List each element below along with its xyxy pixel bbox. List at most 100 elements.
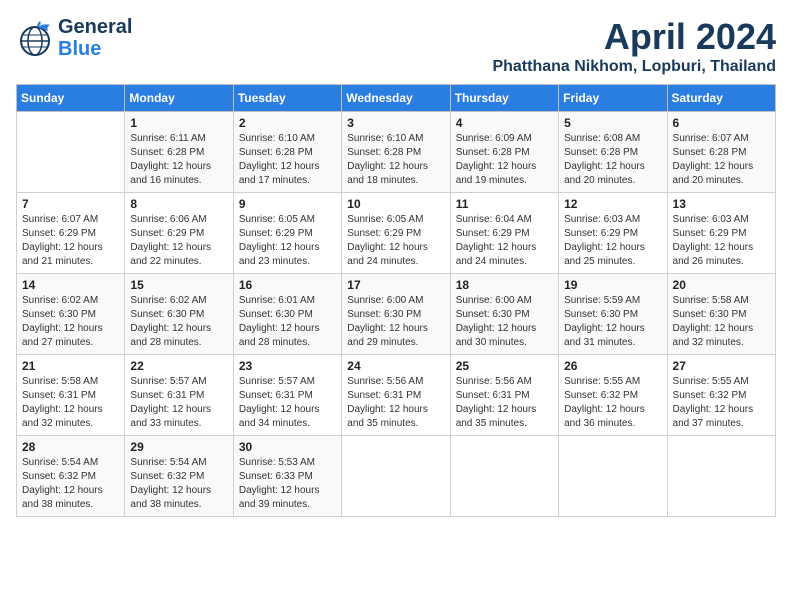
- day-number: 29: [130, 440, 227, 454]
- day-number: 13: [673, 197, 770, 211]
- calendar-cell: 12Sunrise: 6:03 AM Sunset: 6:29 PM Dayli…: [559, 193, 667, 274]
- calendar-cell: 5Sunrise: 6:08 AM Sunset: 6:28 PM Daylig…: [559, 112, 667, 193]
- day-info: Sunrise: 6:10 AM Sunset: 6:28 PM Dayligh…: [347, 132, 444, 188]
- day-info: Sunrise: 5:55 AM Sunset: 6:32 PM Dayligh…: [564, 375, 661, 431]
- day-info: Sunrise: 5:58 AM Sunset: 6:31 PM Dayligh…: [22, 375, 119, 431]
- logo-blue: Blue: [58, 38, 132, 60]
- day-number: 15: [130, 278, 227, 292]
- day-info: Sunrise: 6:09 AM Sunset: 6:28 PM Dayligh…: [456, 132, 553, 188]
- weekday-header: Wednesday: [342, 85, 450, 112]
- weekday-header: Friday: [559, 85, 667, 112]
- day-number: 22: [130, 359, 227, 373]
- day-info: Sunrise: 5:56 AM Sunset: 6:31 PM Dayligh…: [347, 375, 444, 431]
- day-info: Sunrise: 5:55 AM Sunset: 6:32 PM Dayligh…: [673, 375, 770, 431]
- calendar-table: SundayMondayTuesdayWednesdayThursdayFrid…: [16, 84, 776, 517]
- day-info: Sunrise: 6:00 AM Sunset: 6:30 PM Dayligh…: [347, 294, 444, 350]
- day-number: 11: [456, 197, 553, 211]
- calendar-body: 1 Sunrise: 6:11 AM Sunset: 6:28 PM Daylig…: [17, 112, 776, 517]
- day-info: Sunrise: 6:00 AM Sunset: 6:30 PM Dayligh…: [456, 294, 553, 350]
- day-number: 18: [456, 278, 553, 292]
- day-info: Sunrise: 6:07 AM Sunset: 6:29 PM Dayligh…: [22, 213, 119, 269]
- day-info: Sunrise: 6:11 AM Sunset: 6:28 PM Dayligh…: [130, 132, 227, 188]
- calendar-cell: 17Sunrise: 6:00 AM Sunset: 6:30 PM Dayli…: [342, 274, 450, 355]
- weekday-header: Thursday: [450, 85, 558, 112]
- calendar-cell: 21 Sunrise: 5:58 AM Sunset: 6:31 PM Dayli…: [17, 355, 125, 436]
- day-number: 24: [347, 359, 444, 373]
- calendar-cell: 3 Sunrise: 6:10 AM Sunset: 6:28 PM Daylig…: [342, 112, 450, 193]
- day-info: Sunrise: 6:04 AM Sunset: 6:29 PM Dayligh…: [456, 213, 553, 269]
- day-info: Sunrise: 5:57 AM Sunset: 6:31 PM Dayligh…: [130, 375, 227, 431]
- day-number: 25: [456, 359, 553, 373]
- calendar-week-row: 21 Sunrise: 5:58 AM Sunset: 6:31 PM Dayli…: [17, 355, 776, 436]
- calendar-cell: 14 Sunrise: 6:02 AM Sunset: 6:30 PM Dayli…: [17, 274, 125, 355]
- calendar-cell: 27 Sunrise: 5:55 AM Sunset: 6:32 PM Dayli…: [667, 355, 775, 436]
- calendar-cell: 19Sunrise: 5:59 AM Sunset: 6:30 PM Dayli…: [559, 274, 667, 355]
- calendar-cell: 26 Sunrise: 5:55 AM Sunset: 6:32 PM Dayli…: [559, 355, 667, 436]
- calendar-cell: 15 Sunrise: 6:02 AM Sunset: 6:30 PM Dayli…: [125, 274, 233, 355]
- calendar-cell: 23 Sunrise: 5:57 AM Sunset: 6:31 PM Dayli…: [233, 355, 341, 436]
- day-info: Sunrise: 6:05 AM Sunset: 6:29 PM Dayligh…: [239, 213, 336, 269]
- day-number: 30: [239, 440, 336, 454]
- day-info: Sunrise: 5:57 AM Sunset: 6:31 PM Dayligh…: [239, 375, 336, 431]
- day-number: 14: [22, 278, 119, 292]
- calendar-cell: 4 Sunrise: 6:09 AM Sunset: 6:28 PM Daylig…: [450, 112, 558, 193]
- month-title: April 2024: [492, 16, 776, 58]
- weekday-header: Monday: [125, 85, 233, 112]
- day-info: Sunrise: 6:07 AM Sunset: 6:28 PM Dayligh…: [673, 132, 770, 188]
- calendar-cell: [667, 436, 775, 517]
- location-title: Phatthana Nikhom, Lopburi, Thailand: [492, 58, 776, 76]
- calendar-cell: 11 Sunrise: 6:04 AM Sunset: 6:29 PM Dayli…: [450, 193, 558, 274]
- calendar-week-row: 7 Sunrise: 6:07 AM Sunset: 6:29 PM Daylig…: [17, 193, 776, 274]
- logo: General Blue: [16, 16, 132, 60]
- calendar-cell: 22 Sunrise: 5:57 AM Sunset: 6:31 PM Dayli…: [125, 355, 233, 436]
- calendar-cell: [450, 436, 558, 517]
- day-number: 23: [239, 359, 336, 373]
- calendar-cell: 13 Sunrise: 6:03 AM Sunset: 6:29 PM Dayli…: [667, 193, 775, 274]
- day-number: 27: [673, 359, 770, 373]
- calendar-cell: 25 Sunrise: 5:56 AM Sunset: 6:31 PM Dayli…: [450, 355, 558, 436]
- calendar-cell: 8Sunrise: 6:06 AM Sunset: 6:29 PM Daylig…: [125, 193, 233, 274]
- day-number: 1: [130, 116, 227, 130]
- day-number: 10: [347, 197, 444, 211]
- calendar-week-row: 28 Sunrise: 5:54 AM Sunset: 6:32 PM Dayli…: [17, 436, 776, 517]
- day-info: Sunrise: 5:56 AM Sunset: 6:31 PM Dayligh…: [456, 375, 553, 431]
- day-number: 12: [564, 197, 661, 211]
- calendar-cell: [559, 436, 667, 517]
- weekday-header: Sunday: [17, 85, 125, 112]
- day-number: 4: [456, 116, 553, 130]
- calendar-cell: 16Sunrise: 6:01 AM Sunset: 6:30 PM Dayli…: [233, 274, 341, 355]
- calendar-cell: [17, 112, 125, 193]
- day-info: Sunrise: 5:54 AM Sunset: 6:32 PM Dayligh…: [22, 456, 119, 512]
- day-number: 9: [239, 197, 336, 211]
- calendar-cell: 29Sunrise: 5:54 AM Sunset: 6:32 PM Dayli…: [125, 436, 233, 517]
- day-info: Sunrise: 5:53 AM Sunset: 6:33 PM Dayligh…: [239, 456, 336, 512]
- day-info: Sunrise: 6:02 AM Sunset: 6:30 PM Dayligh…: [22, 294, 119, 350]
- day-info: Sunrise: 6:10 AM Sunset: 6:28 PM Dayligh…: [239, 132, 336, 188]
- day-info: Sunrise: 5:59 AM Sunset: 6:30 PM Dayligh…: [564, 294, 661, 350]
- day-info: Sunrise: 6:02 AM Sunset: 6:30 PM Dayligh…: [130, 294, 227, 350]
- calendar-cell: 30 Sunrise: 5:53 AM Sunset: 6:33 PM Dayli…: [233, 436, 341, 517]
- day-number: 3: [347, 116, 444, 130]
- calendar-week-row: 1 Sunrise: 6:11 AM Sunset: 6:28 PM Daylig…: [17, 112, 776, 193]
- day-number: 2: [239, 116, 336, 130]
- calendar-cell: 10Sunrise: 6:05 AM Sunset: 6:29 PM Dayli…: [342, 193, 450, 274]
- day-number: 20: [673, 278, 770, 292]
- logo-general: General: [58, 16, 132, 38]
- day-info: Sunrise: 5:58 AM Sunset: 6:30 PM Dayligh…: [673, 294, 770, 350]
- logo-icon: [16, 19, 54, 57]
- calendar-cell: 24 Sunrise: 5:56 AM Sunset: 6:31 PM Dayli…: [342, 355, 450, 436]
- calendar-cell: 9 Sunrise: 6:05 AM Sunset: 6:29 PM Daylig…: [233, 193, 341, 274]
- day-number: 8: [130, 197, 227, 211]
- day-number: 16: [239, 278, 336, 292]
- day-number: 7: [22, 197, 119, 211]
- calendar-cell: 2 Sunrise: 6:10 AM Sunset: 6:28 PM Daylig…: [233, 112, 341, 193]
- day-info: Sunrise: 6:08 AM Sunset: 6:28 PM Dayligh…: [564, 132, 661, 188]
- calendar-cell: 6Sunrise: 6:07 AM Sunset: 6:28 PM Daylig…: [667, 112, 775, 193]
- day-number: 26: [564, 359, 661, 373]
- day-number: 21: [22, 359, 119, 373]
- calendar-week-row: 14 Sunrise: 6:02 AM Sunset: 6:30 PM Dayli…: [17, 274, 776, 355]
- weekday-header: Saturday: [667, 85, 775, 112]
- day-info: Sunrise: 6:03 AM Sunset: 6:29 PM Dayligh…: [673, 213, 770, 269]
- calendar-cell: 1 Sunrise: 6:11 AM Sunset: 6:28 PM Daylig…: [125, 112, 233, 193]
- day-number: 28: [22, 440, 119, 454]
